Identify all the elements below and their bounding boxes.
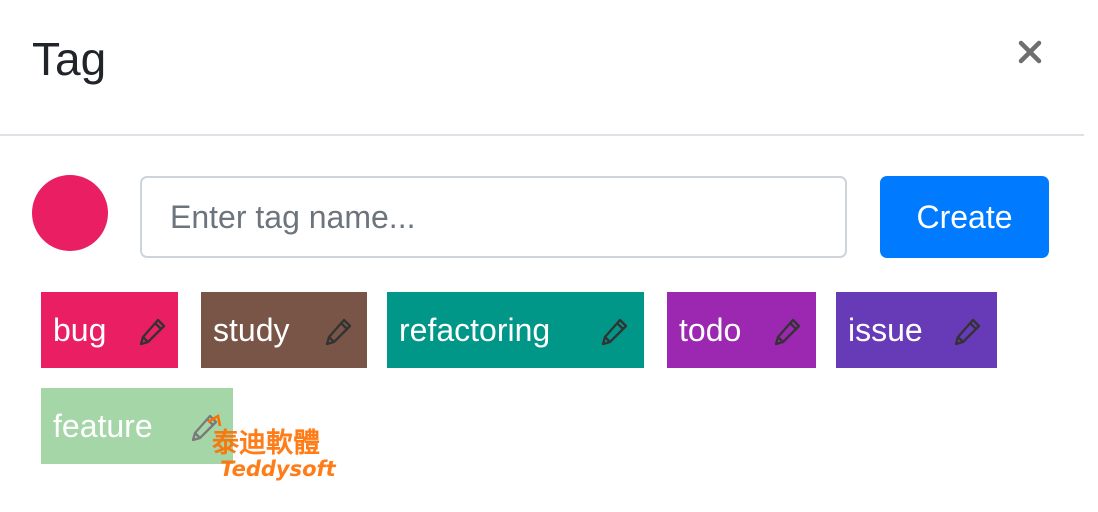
tag-chip-issue[interactable]: issue <box>836 292 997 368</box>
tag-chip-todo[interactable]: todo <box>667 292 816 368</box>
tag-label: bug <box>53 311 107 348</box>
tag-chip-feature[interactable]: feature <box>41 388 233 464</box>
create-button[interactable]: Create <box>880 176 1049 258</box>
tag-label: todo <box>679 311 742 348</box>
tag-label: study <box>213 311 290 348</box>
teddysoft-watermark-logo: 泰迪軟體 Teddysoft <box>206 414 342 484</box>
tag-label: feature <box>53 407 153 444</box>
tag-label: refactoring <box>399 311 551 348</box>
tag-name-input[interactable] <box>140 176 847 258</box>
tag-chip-refactoring[interactable]: refactoring <box>387 292 644 368</box>
close-button[interactable] <box>1008 32 1052 72</box>
pencil-icon[interactable] <box>323 317 353 347</box>
close-icon <box>1018 40 1042 64</box>
pencil-icon[interactable] <box>772 317 802 347</box>
dialog-title: Tag <box>32 33 107 85</box>
svg-text:Teddysoft: Teddysoft <box>220 457 337 481</box>
pencil-icon[interactable] <box>137 317 167 347</box>
tag-chip-study[interactable]: study <box>201 292 367 368</box>
dialog-header: Tag <box>0 0 1084 136</box>
tag-chip-bug[interactable]: bug <box>41 292 178 368</box>
tag-dialog: Tag Create bug study refactoring todo <box>0 0 1098 512</box>
pencil-icon[interactable] <box>599 317 629 347</box>
tag-label: issue <box>848 311 923 348</box>
svg-text:泰迪軟體: 泰迪軟體 <box>212 428 320 459</box>
pencil-icon[interactable] <box>952 317 982 347</box>
tag-color-picker[interactable] <box>32 175 108 251</box>
